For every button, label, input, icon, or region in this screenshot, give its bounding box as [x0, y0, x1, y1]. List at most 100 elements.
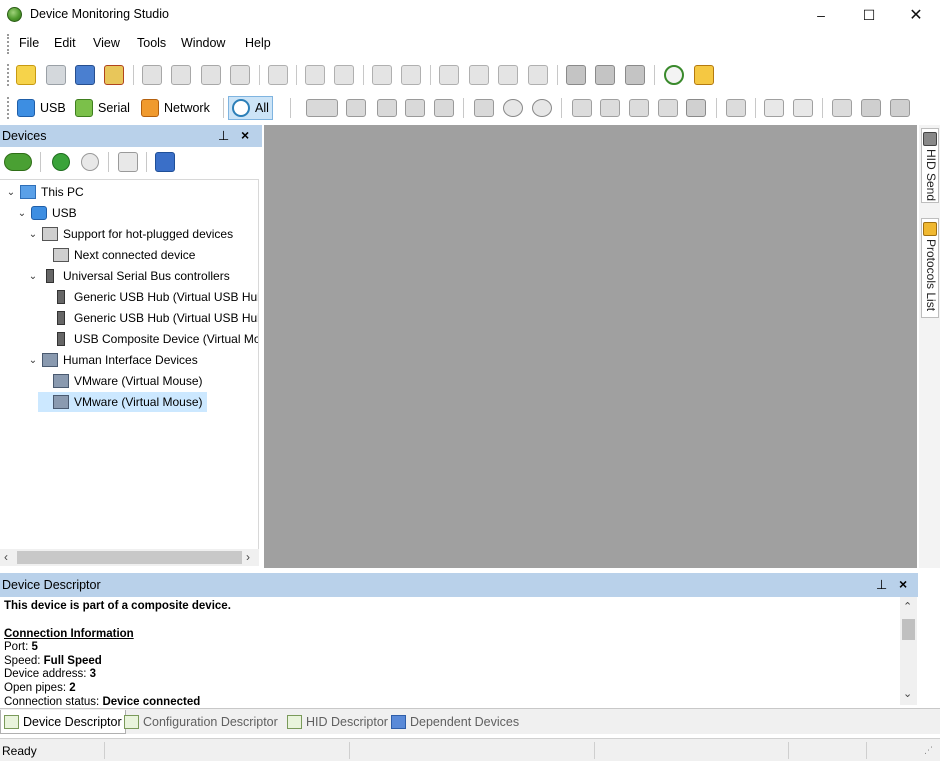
all-filter-label: All — [255, 101, 269, 115]
descriptor-vertical-scrollbar[interactable]: ⌃ ⌄ — [900, 597, 917, 705]
select-alt-icon[interactable] — [600, 99, 620, 117]
menu-help[interactable]: Help — [245, 36, 271, 50]
copy-icon[interactable] — [171, 65, 191, 85]
menu-edit[interactable]: Edit — [54, 36, 76, 50]
upload-next-icon[interactable] — [890, 99, 910, 117]
open-icon[interactable] — [46, 65, 66, 85]
back-icon[interactable] — [503, 99, 523, 117]
pattern-icon[interactable] — [726, 99, 746, 117]
chevron-down-icon[interactable]: ⌄ — [16, 208, 28, 219]
scroll-up-icon[interactable]: ⌃ — [903, 600, 912, 613]
scrollbar-thumb[interactable] — [902, 619, 915, 640]
resize-grip-icon[interactable]: ⋰ — [924, 745, 933, 756]
tree-node-hid[interactable]: ⌄ Human Interface Devices — [27, 350, 198, 370]
menu-file[interactable]: File — [19, 36, 39, 50]
wrench-icon[interactable] — [372, 65, 392, 85]
tree-node-usb-controllers[interactable]: ⌄ Universal Serial Bus controllers — [27, 266, 230, 286]
select-icon[interactable] — [572, 99, 592, 117]
tree-node-usb-hub-1[interactable]: Generic USB Hub (Virtual USB Hub) — [38, 287, 258, 307]
pin-icon[interactable]: ⊥ — [876, 577, 887, 593]
tab-configuration-descriptor[interactable]: Configuration Descriptor — [121, 710, 281, 734]
keyboard-icon — [53, 395, 69, 409]
session-add-icon[interactable] — [469, 65, 489, 85]
waveform-icon[interactable] — [764, 99, 784, 117]
network-filter-button[interactable]: Network — [138, 96, 213, 120]
menu-view[interactable]: View — [93, 36, 120, 50]
close-document-icon[interactable] — [104, 65, 124, 85]
record-icon[interactable] — [566, 65, 586, 85]
add-device-dropdown-icon[interactable] — [4, 153, 32, 171]
scroll-right-icon[interactable]: › — [246, 550, 250, 564]
new-session-icon[interactable] — [155, 152, 175, 172]
grid-icon[interactable] — [268, 65, 288, 85]
serial-filter-button[interactable]: Serial — [72, 96, 133, 120]
tree-node-this-pc[interactable]: ⌄ This PC — [5, 182, 84, 202]
scrollbar-thumb[interactable] — [17, 551, 242, 564]
tree-node-vmware-mouse-2[interactable]: VMware (Virtual Mouse) — [38, 392, 208, 412]
menu-tools[interactable]: Tools — [137, 36, 166, 50]
pause-icon[interactable] — [595, 65, 615, 85]
chevron-down-icon[interactable]: ⌄ — [27, 355, 39, 366]
pin-icon[interactable]: ⊥ — [218, 128, 229, 144]
chevron-down-icon[interactable]: ⌄ — [5, 187, 17, 198]
scroll-left-icon[interactable]: ‹ — [4, 550, 8, 564]
import-icon[interactable] — [334, 65, 354, 85]
waveform-alt-icon[interactable] — [793, 99, 813, 117]
maximize-button[interactable]: ☐ — [846, 0, 892, 30]
tree-node-label: USB — [52, 206, 77, 220]
settings-icon[interactable] — [694, 65, 714, 85]
upload-alt-icon[interactable] — [861, 99, 881, 117]
new-icon[interactable] — [16, 65, 36, 85]
side-tab-hid-send[interactable]: HID Send — [921, 128, 939, 203]
tree-node-usb-hub-2[interactable]: Generic USB Hub (Virtual USB Hub) — [38, 308, 258, 328]
connect-icon[interactable] — [346, 99, 366, 117]
layout-alt-icon[interactable] — [434, 99, 454, 117]
tree-node-usb[interactable]: ⌄ USB — [16, 203, 77, 223]
group-icon[interactable] — [686, 99, 706, 117]
devices-panel-close-button[interactable]: × — [241, 127, 249, 143]
signal-icon[interactable] — [377, 99, 397, 117]
devices-horizontal-scrollbar[interactable]: ‹ › — [0, 549, 259, 566]
select-prev-icon[interactable] — [658, 99, 678, 117]
chevron-down-icon[interactable]: ⌄ — [27, 229, 39, 240]
minimize-button[interactable]: – — [798, 0, 844, 30]
start-monitoring-icon[interactable] — [52, 153, 70, 171]
filter-dropdown-icon[interactable] — [306, 99, 338, 117]
usb-filter-button[interactable]: USB — [14, 96, 69, 120]
scroll-down-icon[interactable]: ⌄ — [903, 687, 912, 700]
main-toolbar — [0, 59, 940, 91]
wrench-alt-icon[interactable] — [401, 65, 421, 85]
tree-node-hotplug-support[interactable]: ⌄ Support for hot-plugged devices — [27, 224, 233, 244]
cut-icon[interactable] — [142, 65, 162, 85]
properties-icon[interactable] — [118, 152, 138, 172]
tree-node-next-connected[interactable]: Next connected device — [38, 245, 195, 265]
tab-device-descriptor[interactable]: Device Descriptor — [0, 710, 126, 734]
find-icon[interactable] — [201, 65, 221, 85]
session-edit-icon[interactable] — [498, 65, 518, 85]
stop-monitoring-icon[interactable] — [81, 153, 99, 171]
tree-node-label: Next connected device — [74, 248, 196, 262]
all-filter-button[interactable]: All — [228, 96, 273, 120]
layout-icon[interactable] — [405, 99, 425, 117]
menu-window[interactable]: Window — [181, 36, 225, 50]
close-button[interactable]: ✕ — [893, 0, 939, 30]
select-next-icon[interactable] — [629, 99, 649, 117]
tab-hid-descriptor[interactable]: HID Descriptor — [284, 710, 391, 734]
stop-icon[interactable] — [625, 65, 645, 85]
paste-icon[interactable] — [230, 65, 250, 85]
tree-node-usb-composite[interactable]: USB Composite Device (Virtual Mouse) — [38, 329, 258, 349]
side-tab-protocols-list[interactable]: Protocols List — [921, 218, 939, 318]
chevron-down-icon[interactable]: ⌄ — [27, 271, 39, 282]
timer-icon[interactable] — [664, 65, 684, 85]
bookmark-icon[interactable] — [474, 99, 494, 117]
forward-icon[interactable] — [532, 99, 552, 117]
export-icon[interactable] — [305, 65, 325, 85]
session-icon[interactable] — [439, 65, 459, 85]
network-icon — [141, 99, 159, 117]
descriptor-pane-close-button[interactable]: × — [899, 576, 907, 592]
upload-icon[interactable] — [832, 99, 852, 117]
tree-node-vmware-mouse-1[interactable]: VMware (Virtual Mouse) — [38, 371, 202, 391]
save-icon[interactable] — [75, 65, 95, 85]
tab-dependent-devices[interactable]: Dependent Devices — [388, 710, 522, 734]
session-remove-icon[interactable] — [528, 65, 548, 85]
